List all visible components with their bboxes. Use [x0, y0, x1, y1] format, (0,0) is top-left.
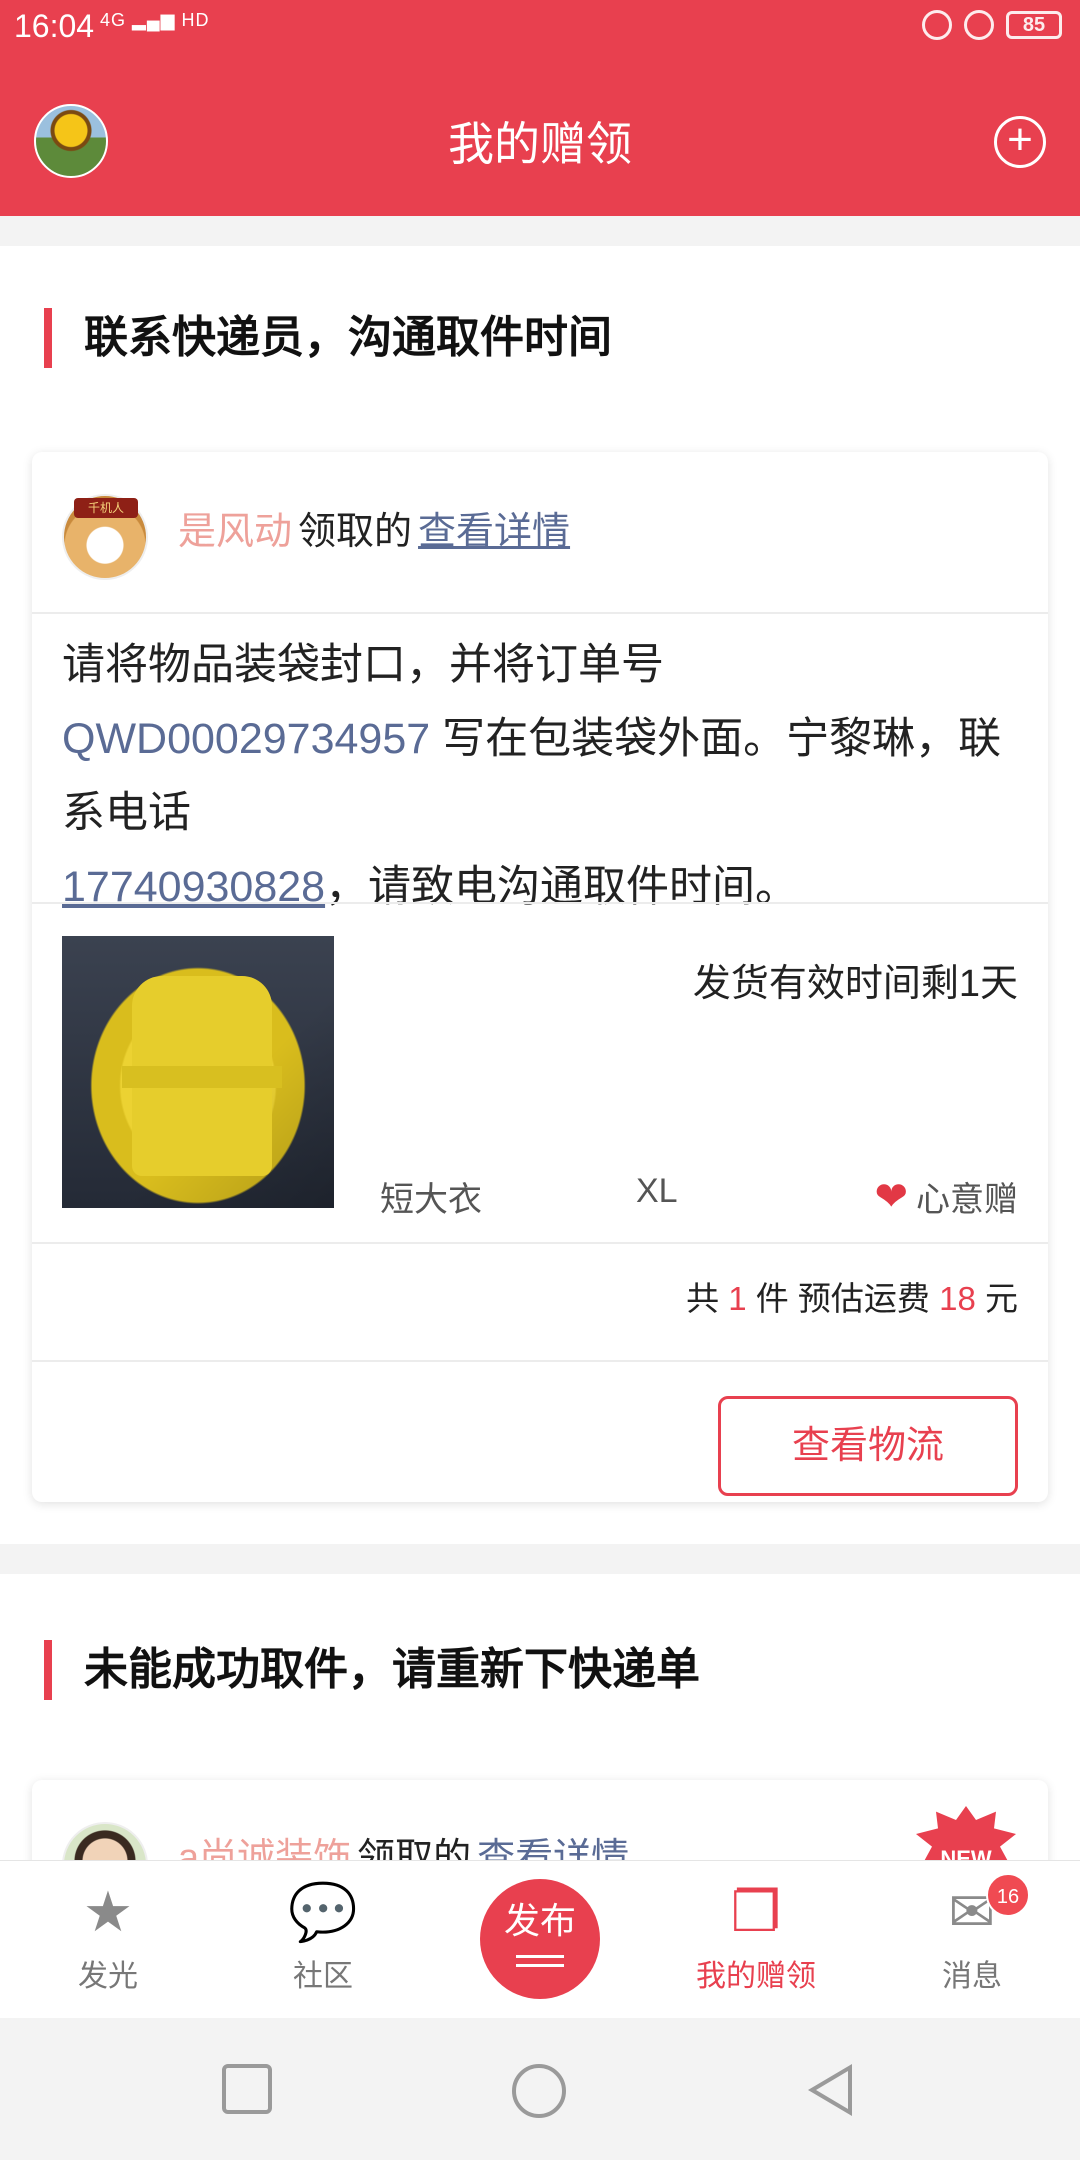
- add-button[interactable]: +: [994, 116, 1046, 168]
- instruction-message: 请将物品装袋封口，并将订单号 QWD00029734957 写在包装袋外面。宁黎…: [62, 628, 1022, 924]
- gift-type-label: 心意赠: [916, 1181, 1018, 1219]
- tab-my-claims[interactable]: ❐ 我的赠领: [676, 1881, 836, 1995]
- status-bar: 16:04 4G ▂▄▆ HD 85: [0, 0, 1080, 56]
- section-title: 未能成功取件，请重新下快递单: [44, 1640, 700, 1700]
- divider: [32, 1360, 1048, 1362]
- recent-apps-icon[interactable]: [222, 2064, 272, 2114]
- summary-text: 共: [686, 1280, 720, 1317]
- hd-indicator: HD: [181, 10, 210, 30]
- summary-text: 元: [985, 1280, 1018, 1317]
- view-logistics-button[interactable]: 查看物流: [718, 1396, 1018, 1496]
- avatar-badge: 千机人: [74, 498, 138, 518]
- tab-faguang[interactable]: ★ 发光: [28, 1881, 188, 1995]
- section-contact-courier: 联系快递员，沟通取件时间 千机人 是风动 领取的 查看详情 请将物品装袋封口，并将订…: [0, 246, 1080, 1544]
- claimer-name[interactable]: 是风动: [178, 511, 292, 553]
- tab-community[interactable]: 💬 社区: [243, 1881, 403, 1995]
- app-header: 我的赠领 +: [0, 56, 1080, 216]
- view-details-link[interactable]: 查看详情: [418, 511, 570, 553]
- summary-text: 件 预估运费: [755, 1280, 930, 1317]
- order-number: QWD00029734957: [62, 715, 431, 763]
- coat-belt: [122, 1066, 282, 1088]
- page-title: 我的赠领: [448, 118, 632, 170]
- status-time: 16:04: [14, 8, 95, 44]
- shipping-fee: 18: [939, 1280, 976, 1317]
- claim-text: 领取的: [298, 511, 413, 553]
- item-count: 1: [728, 1280, 747, 1317]
- home-icon[interactable]: [512, 2064, 566, 2118]
- publish-button[interactable]: 发布: [480, 1879, 600, 1999]
- message-text: 请将物品装袋封口，并将订单号: [62, 641, 664, 689]
- gift-type: ❤ 心意赠: [874, 1172, 1018, 1221]
- tab-label: 社区: [293, 1960, 353, 1993]
- claim-card: 千机人 是风动 领取的 查看详情 请将物品装袋封口，并将订单号 QWD0002973…: [32, 452, 1048, 1502]
- alarm-icon: [964, 10, 994, 40]
- cards-icon: ❐: [730, 1880, 782, 1943]
- item-name: 短大衣: [380, 1181, 482, 1219]
- claimer-avatar[interactable]: 千机人: [62, 494, 148, 580]
- heart-icon: ❤: [874, 1174, 908, 1219]
- back-icon[interactable]: [808, 2064, 852, 2116]
- tab-label: 发光: [78, 1960, 138, 1993]
- divider: [32, 902, 1048, 904]
- tab-label: 我的赠领: [696, 1960, 816, 1993]
- item-size: XL: [636, 1172, 678, 1210]
- lock-icon: [922, 10, 952, 40]
- chat-bubble-icon: 💬: [288, 1880, 358, 1943]
- divider: [32, 1242, 1048, 1244]
- claim-line: 是风动 领取的 查看详情: [178, 504, 570, 560]
- publish-lines-icon: [516, 1955, 564, 1967]
- network-type: 4G: [100, 10, 127, 30]
- unread-badge: 16: [986, 1873, 1030, 1917]
- valid-time: 发货有效时间剩1天: [692, 963, 1018, 1005]
- order-summary: 共 1 件 预估运费 18 元: [686, 1272, 1018, 1320]
- tab-label: 消息: [942, 1960, 1002, 1993]
- publish-label: 发布: [503, 1900, 576, 1941]
- tab-messages[interactable]: ✉ 消息 16: [892, 1873, 1052, 1995]
- section-title: 联系快递员，沟通取件时间: [44, 308, 612, 368]
- divider: [32, 612, 1048, 614]
- signal-icon: 4G ▂▄▆ HD: [100, 10, 210, 30]
- item-image[interactable]: [62, 936, 334, 1208]
- system-nav-bar: [0, 2018, 1080, 2160]
- bottom-nav: ★ 发光 💬 社区 发布 ❐ 我的赠领 ✉ 消息 16: [0, 1860, 1080, 2018]
- star-icon: ★: [82, 1880, 134, 1943]
- battery-icon: 85: [1006, 11, 1062, 39]
